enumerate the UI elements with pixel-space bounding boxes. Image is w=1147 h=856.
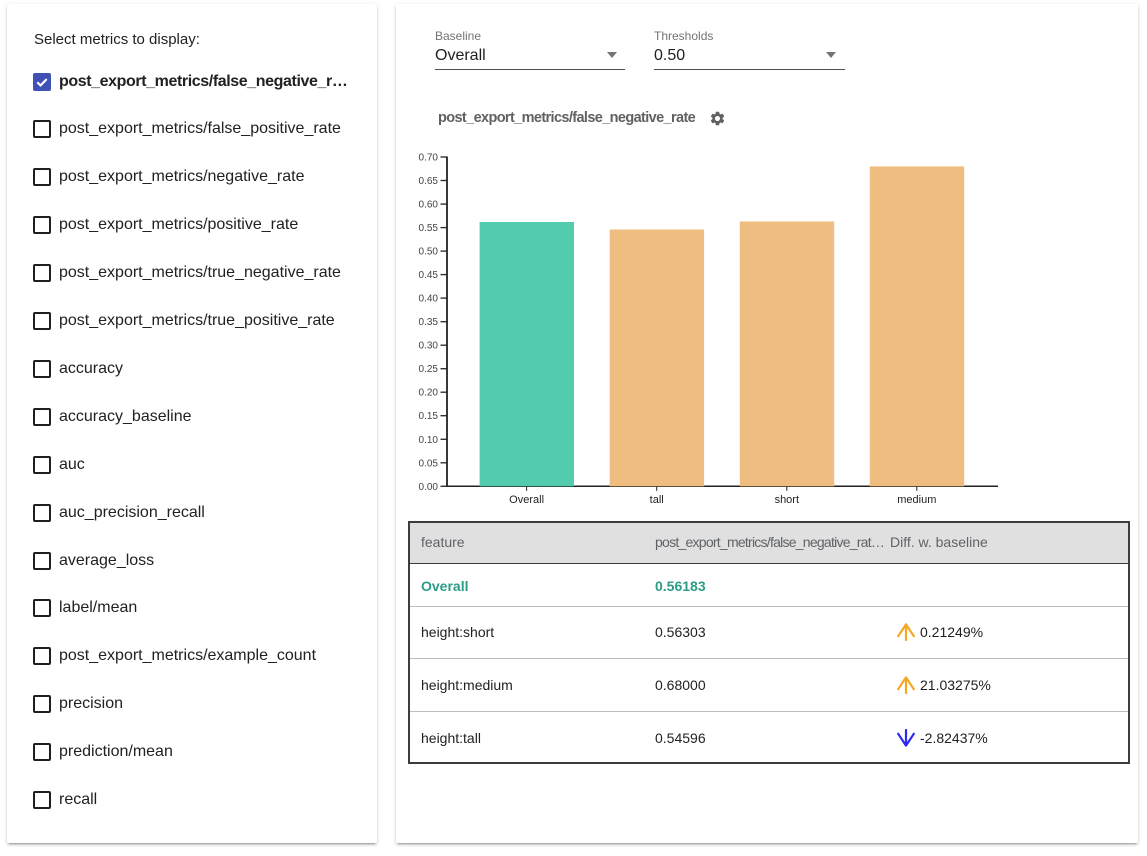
svg-text:0.00: 0.00	[419, 482, 439, 493]
svg-text:0.35: 0.35	[419, 317, 439, 328]
svg-text:0.20: 0.20	[419, 388, 439, 399]
svg-text:0.05: 0.05	[419, 458, 439, 469]
svg-text:0.40: 0.40	[419, 294, 439, 305]
svg-text:tall: tall	[650, 494, 664, 506]
svg-text:0.60: 0.60	[419, 200, 439, 211]
svg-text:short: short	[775, 494, 799, 506]
svg-text:Overall: Overall	[509, 494, 544, 506]
svg-text:0.50: 0.50	[419, 247, 439, 258]
svg-text:0.10: 0.10	[419, 435, 439, 446]
svg-text:0.65: 0.65	[419, 176, 439, 187]
svg-text:0.55: 0.55	[419, 223, 439, 234]
svg-text:0.15: 0.15	[419, 411, 439, 422]
svg-text:0.25: 0.25	[419, 364, 439, 375]
svg-text:0.45: 0.45	[419, 270, 439, 281]
svg-text:0.70: 0.70	[419, 153, 439, 164]
svg-text:medium: medium	[897, 494, 936, 506]
svg-text:0.30: 0.30	[419, 341, 439, 352]
